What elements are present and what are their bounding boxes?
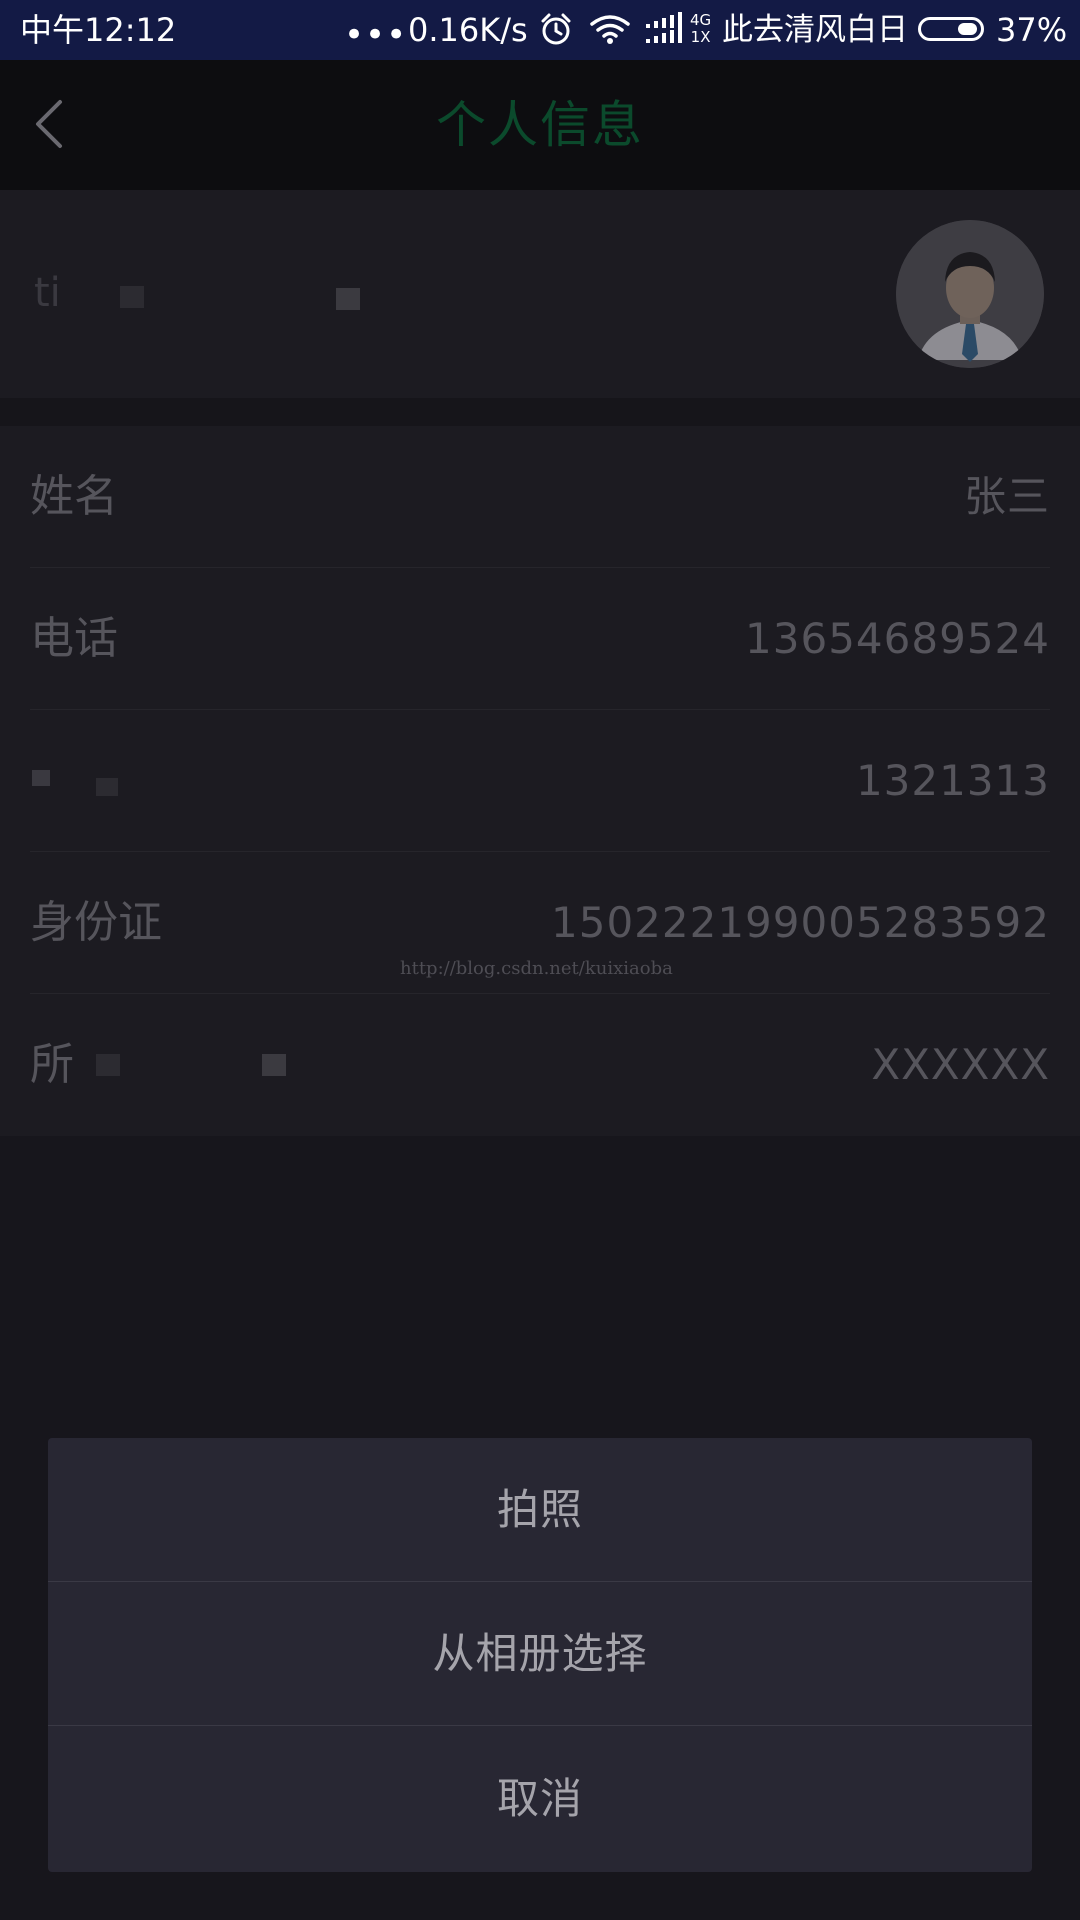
action-sheet: 拍照 从相册选择 取消 [48,1438,1032,1872]
battery-percent: 37% [996,11,1068,49]
app-bar: 个人信息 [0,60,1080,190]
info-value: XXXXXX [871,1040,1050,1089]
info-label: 身份证 [30,897,162,948]
section-divider [0,398,1080,426]
avatar-row[interactable]: ti [0,190,1080,398]
redaction-mark [96,778,118,796]
info-list: 姓名 张三 电话 13654689524 1321313 身份证 1502221… [0,426,1080,1136]
battery-shell [918,17,984,41]
choose-from-album-button[interactable]: 从相册选择 [48,1582,1032,1726]
network-type-top: 4G [690,11,712,29]
info-label: 电话 [30,613,118,664]
info-row-name[interactable]: 姓名 张三 [30,426,1050,568]
watermark: http://blog.csdn.net/kuixiaoba [400,958,673,979]
cancel-button[interactable]: 取消 [48,1726,1032,1872]
carrier-name: 此去清风白日 [722,12,908,48]
info-value: 13654689524 [745,614,1050,663]
info-value: 1321313 [855,756,1050,805]
page-title: 个人信息 [436,96,644,154]
wifi-icon [588,0,632,60]
redaction-mark [120,286,144,308]
redaction-mark [336,288,360,310]
network-type-bottom: 1X [690,28,711,46]
network-type: 4G 1X [690,12,711,46]
alarm-icon [538,0,574,60]
info-value: 张三 [963,472,1050,521]
more-dots-icon: ••• [344,15,408,55]
avatar-label: ti [34,270,61,316]
redaction-mark [96,1054,120,1076]
info-row-phone[interactable]: 电话 13654689524 [30,568,1050,710]
battery-fill [958,23,977,35]
redaction-mark [262,1054,286,1076]
redaction-mark [32,770,50,786]
status-bar: 中午12:12 ••• 0.16K/s 4G 1X 此去清风白日 37% [0,0,1080,60]
status-time: 中午12:12 [20,11,177,49]
info-row-redacted[interactable]: 1321313 [30,710,1050,852]
info-label: 姓名 [30,471,118,522]
info-label: 所 [30,1039,74,1090]
signal-icon [644,0,686,60]
info-row-address[interactable]: 所 XXXXXX [30,994,1050,1136]
net-speed: 0.16K/s [408,11,528,49]
take-photo-button[interactable]: 拍照 [48,1438,1032,1582]
avatar[interactable] [896,220,1044,368]
avatar-portrait [896,220,1044,368]
